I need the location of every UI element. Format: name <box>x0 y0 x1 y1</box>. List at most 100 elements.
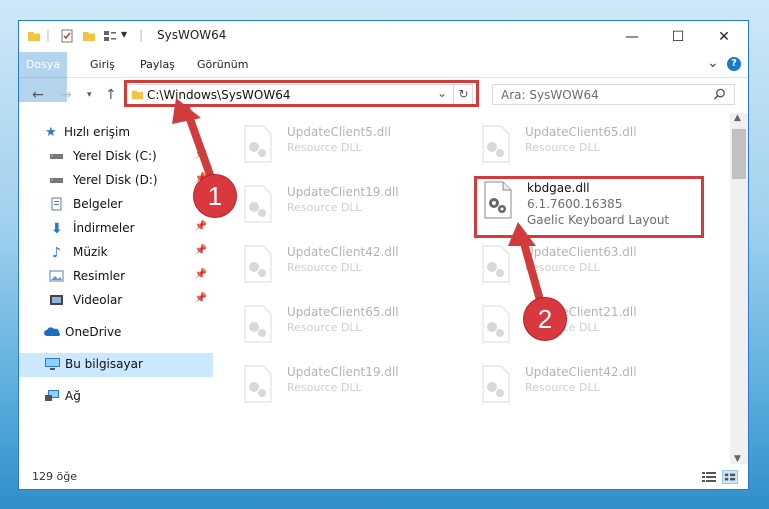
file-item[interactable]: UpdateClient65.dll Resource DLL <box>475 119 695 169</box>
file-list: UpdateClient5.dll Resource DLL UpdateCli… <box>215 113 730 458</box>
file-name: UpdateClient63.dll <box>525 245 637 259</box>
sidebar-item-videos[interactable]: Videolar 📌 <box>19 289 213 313</box>
sidebar-item-label: Bu bilgisayar <box>65 357 143 371</box>
search-input[interactable]: Ara: SysWOW64 <box>492 84 735 105</box>
file-item-kbdgae[interactable]: kbdgae.dll 6.1.7600.16385 Gaelic Keyboar… <box>477 175 697 227</box>
maximize-button[interactable]: ☐ <box>655 21 701 52</box>
file-description: Gaelic Keyboard Layout <box>527 213 670 227</box>
file-item[interactable]: UpdateClient19.dll Resource DLL <box>237 179 457 229</box>
file-version: 6.1.7600.16385 <box>527 197 623 211</box>
documents-icon <box>51 197 62 211</box>
file-name: UpdateClient65.dll <box>287 305 399 319</box>
sidebar-item-drive-d[interactable]: Yerel Disk (D:) 📌 <box>19 169 213 193</box>
sidebar-item-drive-c[interactable]: Yerel Disk (C:) 📌 <box>19 145 213 169</box>
file-name: UpdateClient19.dll <box>287 185 399 199</box>
help-icon[interactable]: ? <box>727 57 741 71</box>
sidebar-item-label: Yerel Disk (C:) <box>73 149 157 163</box>
address-bar[interactable]: C:\Windows\SysWOW64 ⌄ ↻ <box>126 84 473 105</box>
file-item[interactable]: UpdateClient42.dll Resource DLL <box>237 239 457 289</box>
pin-icon[interactable]: 📌 <box>195 221 207 232</box>
search-icon[interactable] <box>713 88 726 101</box>
close-button[interactable]: ✕ <box>701 21 747 52</box>
tab-share[interactable]: Paylaş <box>131 52 184 77</box>
file-type: Resource DLL <box>287 261 362 274</box>
sidebar-item-this-pc[interactable]: Bu bilgisayar <box>19 353 213 377</box>
item-count: 129 öğe <box>32 470 77 483</box>
back-icon[interactable]: ← <box>32 87 44 103</box>
expand-ribbon-icon[interactable]: ⌄ <box>707 55 719 71</box>
pin-icon[interactable]: 📌 <box>195 269 207 280</box>
address-path: C:\Windows\SysWOW64 <box>147 88 291 102</box>
sidebar-item-onedrive[interactable]: OneDrive <box>19 321 213 345</box>
dll-file-icon <box>244 305 272 343</box>
vertical-scrollbar[interactable]: ▲ ▼ <box>730 113 748 464</box>
forward-icon[interactable]: → <box>60 87 72 103</box>
details-view-icon[interactable] <box>702 471 716 483</box>
pin-icon[interactable]: 📌 <box>195 173 207 184</box>
sidebar-item-network[interactable]: Ağ <box>19 385 213 409</box>
star-icon: ★ <box>45 125 57 140</box>
file-item[interactable]: UpdateClient65.dll Resource DLL <box>237 299 457 349</box>
music-icon: ♪ <box>52 245 61 261</box>
pictures-icon <box>49 270 64 282</box>
computer-icon <box>45 358 60 370</box>
dll-file-icon <box>482 125 510 163</box>
explorer-window: | ▼ | SysWOW64 — ☐ ✕ Dosya Giriş Paylaş … <box>18 20 749 490</box>
minimize-button[interactable]: — <box>609 21 655 52</box>
sidebar-item-documents[interactable]: Belgeler 📌 <box>19 193 213 217</box>
file-type: Resource DLL <box>287 141 362 154</box>
sidebar-item-label: Resimler <box>73 269 126 283</box>
file-type: Resource DLL <box>525 321 600 334</box>
pin-icon[interactable]: 📌 <box>195 149 207 160</box>
file-item[interactable]: UpdateClient42.dll Resource DLL <box>475 359 695 409</box>
status-bar: 129 öğe <box>19 466 748 489</box>
dll-file-icon <box>244 365 272 403</box>
file-type: Resource DLL <box>525 261 600 274</box>
network-icon <box>45 390 59 401</box>
scroll-down-icon[interactable]: ▼ <box>734 454 741 464</box>
navigation-bar: ← → ▾ ↑ C:\Windows\SysWOW64 ⌄ ↻ Ara: Sys… <box>19 77 748 113</box>
dll-file-icon <box>244 245 272 283</box>
sidebar-item-quick-access[interactable]: ★ Hızlı erişim <box>19 121 213 145</box>
sidebar-item-music[interactable]: ♪ Müzik 📌 <box>19 241 213 265</box>
tiles-view-icon[interactable] <box>722 470 738 484</box>
pin-icon[interactable]: 📌 <box>195 245 207 256</box>
ribbon-tabs: Dosya Giriş Paylaş Görünüm ⌄ ? <box>19 52 748 102</box>
folder-icon <box>131 90 144 100</box>
file-item[interactable]: UpdateClient63.dll Resource DLL <box>475 239 695 289</box>
properties-icon[interactable] <box>60 29 74 43</box>
file-type: Resource DLL <box>287 201 362 214</box>
window-title: SysWOW64 <box>157 28 227 42</box>
recent-locations-icon[interactable]: ▾ <box>87 90 92 100</box>
navigation-pane: ★ Hızlı erişim Yerel Disk (C:) 📌 Yerel D… <box>19 113 213 453</box>
up-icon[interactable]: ↑ <box>105 87 117 103</box>
dll-file-icon <box>482 305 510 343</box>
chevron-down-icon[interactable]: ▼ <box>121 30 127 39</box>
file-name: UpdateClient21.dll <box>525 305 637 319</box>
sidebar-item-downloads[interactable]: ⬇ İndirmeler 📌 <box>19 217 213 241</box>
file-item[interactable]: UpdateClient5.dll Resource DLL <box>237 119 457 169</box>
sidebar-item-pictures[interactable]: Resimler 📌 <box>19 265 213 289</box>
file-type: Resource DLL <box>287 381 362 394</box>
dll-file-icon <box>244 185 272 223</box>
file-item[interactable]: UpdateClient19.dll Resource DLL <box>237 359 457 409</box>
scrollbar-thumb[interactable] <box>732 129 746 179</box>
address-dropdown-icon[interactable]: ⌄ <box>437 86 447 100</box>
pin-icon[interactable]: 📌 <box>195 293 207 304</box>
sidebar-item-label: OneDrive <box>65 325 122 339</box>
view-toggle-icon[interactable] <box>103 29 117 43</box>
file-type: Resource DLL <box>525 141 600 154</box>
new-folder-icon[interactable] <box>82 29 96 43</box>
pin-icon[interactable]: 📌 <box>195 197 207 208</box>
download-icon: ⬇ <box>51 221 63 237</box>
tab-view[interactable]: Görünüm <box>188 52 257 77</box>
sidebar-item-label: İndirmeler <box>73 221 135 235</box>
tab-home[interactable]: Giriş <box>81 52 124 77</box>
file-item[interactable]: UpdateClient21.dll Resource DLL <box>475 299 695 349</box>
file-name: UpdateClient19.dll <box>287 365 399 379</box>
sidebar-item-label: Yerel Disk (D:) <box>73 173 158 187</box>
file-name: kbdgae.dll <box>527 181 590 195</box>
refresh-icon[interactable]: ↻ <box>453 85 473 104</box>
onedrive-icon <box>44 327 61 336</box>
scroll-up-icon[interactable]: ▲ <box>734 113 741 123</box>
